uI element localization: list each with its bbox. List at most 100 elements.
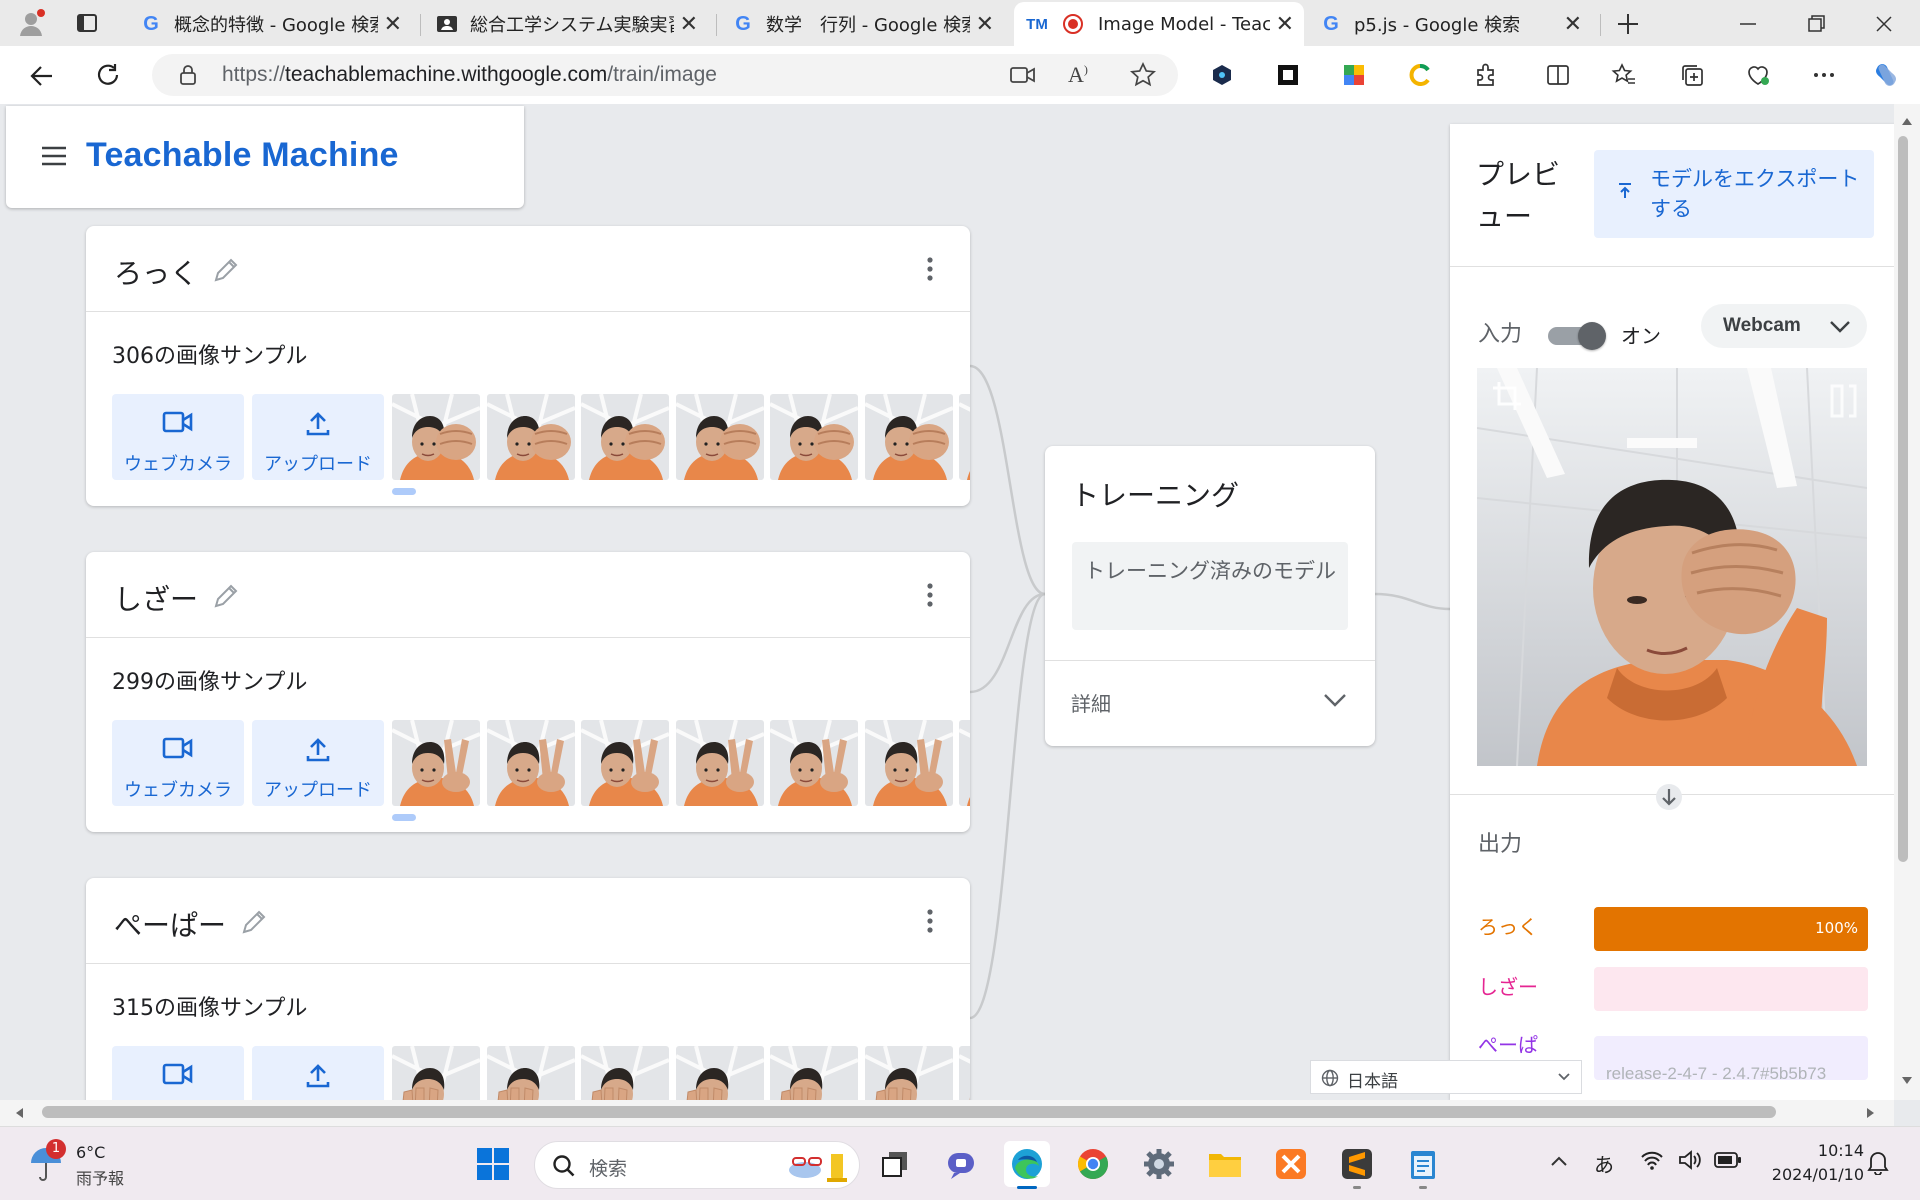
close-tab-icon[interactable]: ✕ xyxy=(976,12,994,37)
sample-thumbnail[interactable] xyxy=(486,1046,575,1100)
app-title[interactable]: Teachable Machine xyxy=(86,136,399,175)
thumbnail-scroll-indicator[interactable] xyxy=(392,814,416,821)
upload-button[interactable]: アップロード xyxy=(252,720,384,806)
sample-thumbnail[interactable] xyxy=(959,720,970,806)
tab-4[interactable]: G p5.js - Google 検索 ✕ xyxy=(1310,4,1592,44)
sample-thumbnail[interactable] xyxy=(486,394,575,480)
close-window-button[interactable] xyxy=(1872,12,1896,36)
address-bar[interactable]: https://teachablemachine.withgoogle.com/… xyxy=(152,54,1178,96)
settings-gear-icon[interactable] xyxy=(1136,1141,1182,1187)
sample-thumbnail[interactable] xyxy=(581,1046,669,1100)
edit-pencil-icon[interactable] xyxy=(212,256,240,284)
volume-icon[interactable] xyxy=(1678,1149,1702,1171)
sample-thumbnails[interactable] xyxy=(392,1046,970,1100)
chrome-icon[interactable] xyxy=(1070,1141,1116,1187)
file-explorer-icon[interactable] xyxy=(1202,1141,1248,1187)
read-aloud-icon[interactable]: A) xyxy=(1068,62,1088,88)
sublime-text-icon[interactable] xyxy=(1334,1141,1380,1189)
more-menu-icon[interactable] xyxy=(1808,59,1840,91)
input-toggle[interactable] xyxy=(1548,322,1606,350)
tab-actions-icon[interactable] xyxy=(76,12,98,34)
teams-chat-icon[interactable] xyxy=(938,1141,984,1187)
start-windows-icon[interactable] xyxy=(470,1141,516,1187)
tab-2[interactable]: G 数学 行列 - Google 検索 ✕ xyxy=(722,4,1004,44)
notepad-icon[interactable] xyxy=(1400,1141,1446,1189)
taskbar-search[interactable]: 検索 xyxy=(534,1141,860,1189)
sample-thumbnail[interactable] xyxy=(959,394,970,480)
edit-pencil-icon[interactable] xyxy=(212,582,240,610)
sample-thumbnail[interactable] xyxy=(864,394,953,480)
sample-thumbnail[interactable] xyxy=(770,394,858,480)
sample-thumbnail[interactable] xyxy=(770,720,858,806)
sample-thumbnail[interactable] xyxy=(392,720,480,806)
sample-thumbnail[interactable] xyxy=(486,720,575,806)
webcam-button[interactable]: ウェブカメラ xyxy=(112,394,244,480)
url-text[interactable]: https://teachablemachine.withgoogle.com/… xyxy=(222,54,717,96)
more-vert-icon[interactable] xyxy=(926,582,934,608)
split-screen-icon[interactable] xyxy=(1542,59,1574,91)
webcam-button[interactable]: ウェブカメラ xyxy=(112,1046,244,1100)
class-name[interactable]: ろっく xyxy=(114,252,198,292)
train-model-button[interactable]: トレーニング済みのモデル xyxy=(1072,542,1348,630)
notification-bell-icon[interactable] xyxy=(1866,1149,1890,1175)
chevron-down-icon[interactable] xyxy=(1321,686,1349,714)
class-name[interactable]: しざー xyxy=(114,578,198,618)
export-model-button[interactable]: モデルをエクスポートする xyxy=(1594,150,1874,238)
close-tab-icon[interactable]: ✕ xyxy=(1564,12,1582,37)
sample-thumbnail[interactable] xyxy=(675,394,764,480)
close-tab-icon[interactable]: ✕ xyxy=(384,12,402,37)
upload-button[interactable]: アップロード xyxy=(252,394,384,480)
sample-thumbnail[interactable] xyxy=(581,720,669,806)
tab-3-active[interactable]: TM Image Model - Teachable Machine ✕ xyxy=(1014,2,1304,46)
sample-thumbnail[interactable] xyxy=(675,1046,764,1100)
extension-c-icon[interactable] xyxy=(1404,59,1436,91)
favorite-star-icon[interactable] xyxy=(1130,62,1156,88)
extensions-puzzle-icon[interactable] xyxy=(1470,59,1502,91)
lock-icon[interactable] xyxy=(178,64,198,86)
battery-icon[interactable] xyxy=(1714,1151,1742,1169)
weather-forecast[interactable]: 雨予報 xyxy=(76,1165,124,1189)
task-view-icon[interactable] xyxy=(872,1141,918,1187)
sample-thumbnail[interactable] xyxy=(864,1046,953,1100)
input-source-dropdown[interactable]: Webcam xyxy=(1701,304,1867,348)
show-hidden-icons-icon[interactable] xyxy=(1548,1151,1570,1173)
clock-date[interactable]: 2024/01/10 xyxy=(1760,1165,1864,1184)
horizontal-scroll-thumb[interactable] xyxy=(42,1106,1776,1118)
advanced-toggle[interactable]: 詳細 xyxy=(1071,688,1111,717)
sample-thumbnail[interactable] xyxy=(770,1046,858,1100)
class-name[interactable]: ぺーぱー xyxy=(114,904,226,944)
copilot-icon[interactable] xyxy=(1870,59,1902,91)
back-button[interactable] xyxy=(26,60,58,92)
sample-thumbnail[interactable] xyxy=(392,1046,480,1100)
sample-thumbnails[interactable] xyxy=(392,720,970,806)
sample-thumbnails[interactable] xyxy=(392,394,970,480)
thumbnail-scroll-indicator[interactable] xyxy=(392,488,416,495)
sample-thumbnail[interactable] xyxy=(581,394,669,480)
reload-button[interactable] xyxy=(92,60,124,92)
extension-square-icon[interactable] xyxy=(1272,59,1304,91)
more-vert-icon[interactable] xyxy=(926,256,934,282)
close-tab-icon[interactable]: ✕ xyxy=(680,12,698,37)
favorites-icon[interactable] xyxy=(1608,59,1640,91)
sample-thumbnail[interactable] xyxy=(675,720,764,806)
close-tab-icon[interactable]: ✕ xyxy=(1276,12,1294,37)
browser-essentials-icon[interactable] xyxy=(1742,59,1774,91)
more-vert-icon[interactable] xyxy=(926,908,934,934)
new-tab-button[interactable] xyxy=(1614,10,1642,38)
edge-browser-icon[interactable] xyxy=(1004,1141,1050,1189)
camera-in-use-icon[interactable] xyxy=(1010,64,1036,86)
clock-time[interactable]: 10:14 xyxy=(1778,1141,1864,1160)
wifi-icon[interactable] xyxy=(1640,1149,1664,1171)
sample-thumbnail[interactable] xyxy=(864,720,953,806)
vertical-scroll-thumb[interactable] xyxy=(1898,136,1908,862)
upload-button[interactable]: アップロード xyxy=(252,1046,384,1100)
minimize-button[interactable] xyxy=(1736,12,1760,36)
weather-temperature[interactable]: 6°C xyxy=(76,1143,105,1162)
tab-0[interactable]: G 概念的特徴 - Google 検索 ✕ xyxy=(130,4,412,44)
sample-thumbnail[interactable] xyxy=(392,394,480,480)
hamburger-menu-icon[interactable] xyxy=(40,144,68,168)
webcam-button[interactable]: ウェブカメラ xyxy=(112,720,244,806)
sample-thumbnail[interactable] xyxy=(959,1046,970,1100)
extension-colorful-icon[interactable] xyxy=(1338,59,1370,91)
restore-button[interactable] xyxy=(1804,12,1828,36)
